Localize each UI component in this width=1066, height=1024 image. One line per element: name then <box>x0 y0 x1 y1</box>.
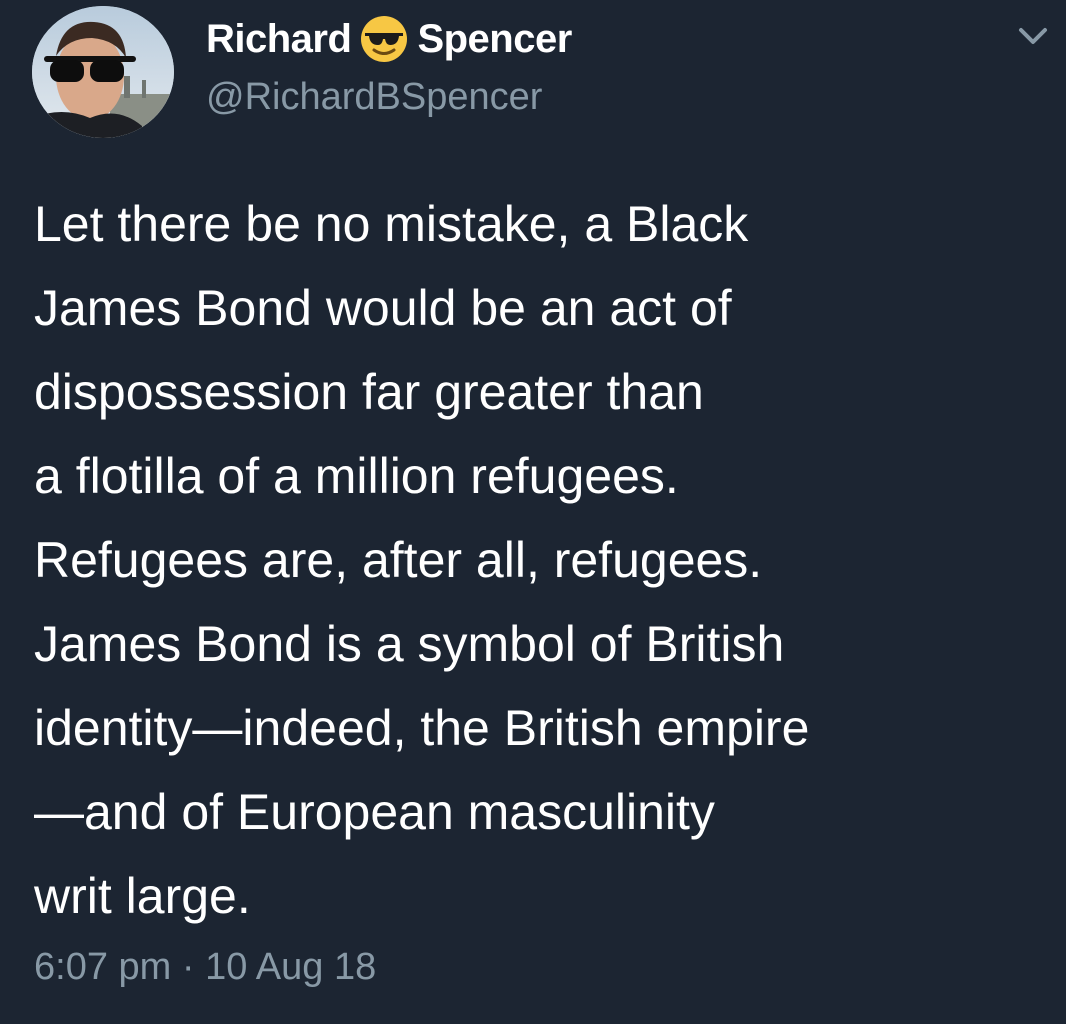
tweet-text-line: —and of European masculinity <box>34 784 715 840</box>
tweet-text: Let there be no mistake, a Black James B… <box>34 182 1044 938</box>
sunglasses-emoji-icon <box>359 14 409 64</box>
tweet-text-line: James Bond is a symbol of British <box>34 616 785 672</box>
tweet-timestamp[interactable]: 6:07 pm · 10 Aug 18 <box>34 946 376 989</box>
tweet-text-line: identity—indeed, the British empire <box>34 700 810 756</box>
tweet-text-line: Refugees are, after all, refugees. <box>34 532 763 588</box>
avatar[interactable] <box>32 6 174 138</box>
tweet-text-line: James Bond would be an act of <box>34 280 732 336</box>
author-first-name: Richard <box>206 16 352 61</box>
author-last-name: Spencer <box>417 16 572 61</box>
author-name[interactable]: Richard Spencer <box>206 14 572 64</box>
chevron-down-icon[interactable] <box>1013 22 1053 50</box>
tweet-text-line: writ large. <box>34 868 251 924</box>
tweet-text-line: dispossession far greater than <box>34 364 704 420</box>
tweet-text-line: a flotilla of a million refugees. <box>34 448 679 504</box>
tweet: Richard Spencer @RichardBSpencer Let the… <box>0 0 1066 1024</box>
tweet-text-line: Let there be no mistake, a Black <box>34 196 749 252</box>
author-handle[interactable]: @RichardBSpencer <box>206 76 542 119</box>
